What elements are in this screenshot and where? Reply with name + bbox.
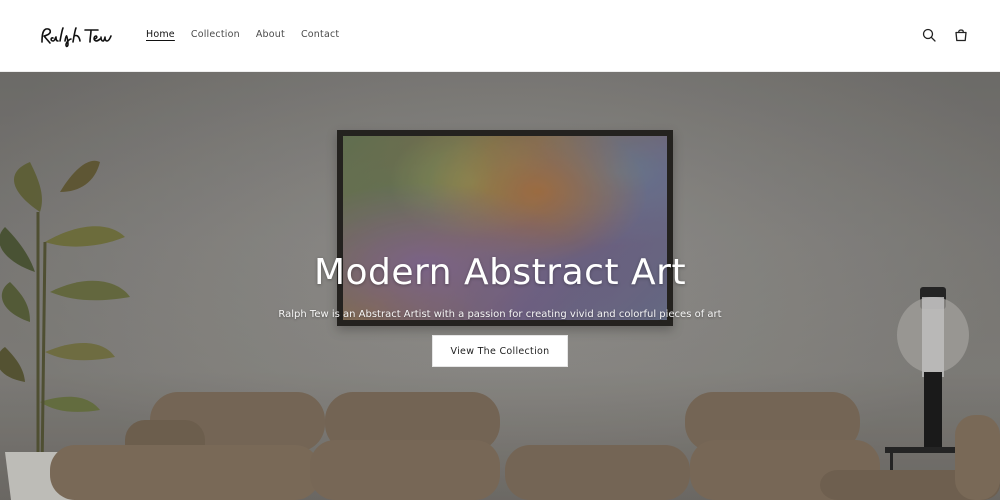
nav-home[interactable]: Home <box>146 29 175 40</box>
hero-title: Modern Abstract Art <box>313 252 687 293</box>
header-actions <box>920 26 970 44</box>
hero-subtitle: Ralph Tew is an Abstract Artist with a p… <box>278 309 722 320</box>
cart-icon[interactable] <box>952 26 970 44</box>
brand-logo[interactable] <box>38 24 116 50</box>
nav-collection[interactable]: Collection <box>191 29 240 40</box>
view-collection-button[interactable]: View The Collection <box>432 335 568 367</box>
site-header: Home Collection About Contact <box>0 0 1000 72</box>
hero-banner: Modern Abstract Art Ralph Tew is an Abst… <box>0 72 1000 500</box>
nav-about[interactable]: About <box>256 29 285 40</box>
main-nav: Home Collection About Contact <box>146 29 339 40</box>
hero-content: Modern Abstract Art Ralph Tew is an Abst… <box>0 252 1000 367</box>
nav-contact[interactable]: Contact <box>301 29 339 40</box>
search-icon[interactable] <box>920 26 938 44</box>
